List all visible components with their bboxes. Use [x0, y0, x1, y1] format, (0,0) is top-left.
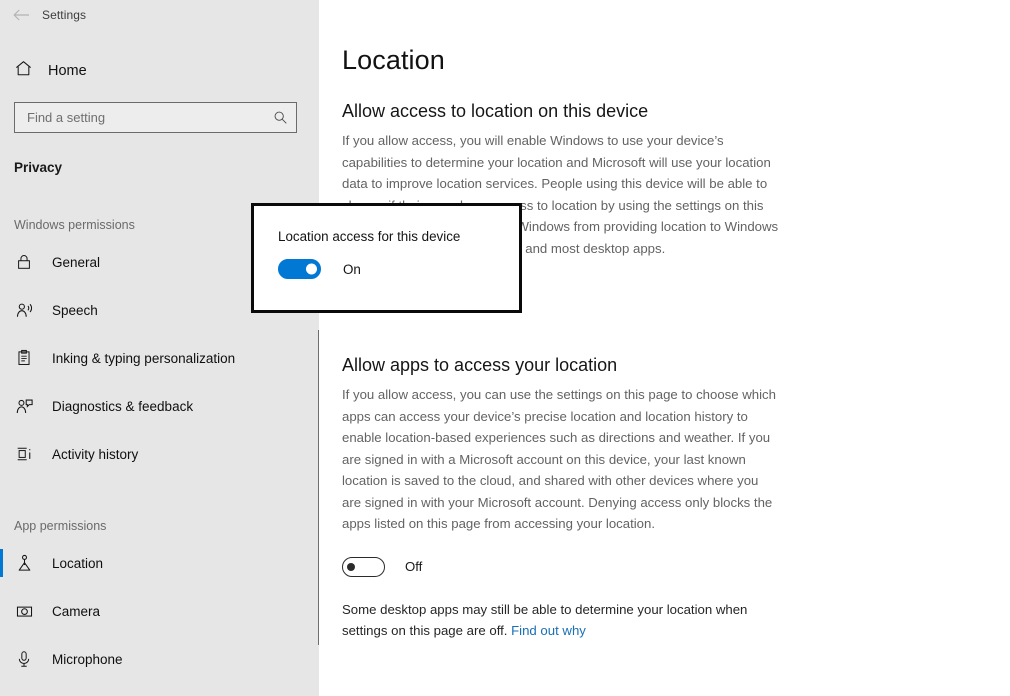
activity-history-icon [14, 444, 34, 464]
toggle-knob [306, 264, 317, 275]
callout-title: Location access for this device [278, 229, 519, 244]
clipboard-icon [14, 348, 34, 368]
camera-icon [14, 601, 34, 621]
toggle-knob [347, 563, 355, 571]
sidebar-item-label-home: Home [48, 63, 87, 79]
device-section-heading: Allow access to location on this device [342, 101, 1010, 122]
sidebar: Settings Home Privacy Windows permiss [0, 0, 319, 696]
sidebar-item-label-general: General [52, 255, 100, 270]
apps-location-toggle[interactable] [342, 557, 385, 577]
apps-location-toggle-state: Off [405, 559, 422, 574]
home-icon [14, 59, 33, 83]
sidebar-group-label-app-permissions: App permissions [0, 519, 319, 533]
title-bar: Settings [0, 0, 319, 30]
sidebar-item-location[interactable]: Location [0, 539, 319, 587]
feedback-person-icon [14, 396, 34, 416]
apps-location-toggle-row: Off [342, 557, 1010, 577]
sidebar-item-home[interactable]: Home [0, 54, 319, 88]
apps-section-body: If you allow access, you can use the set… [342, 384, 780, 535]
sidebar-item-microphone[interactable]: Microphone [0, 635, 319, 683]
sidebar-item-label-microphone: Microphone [52, 652, 123, 667]
search-icon[interactable] [273, 110, 288, 125]
location-access-callout: Location access for this device On [251, 203, 522, 313]
desktop-apps-footnote: Some desktop apps may still be able to d… [342, 599, 782, 642]
device-location-toggle[interactable] [278, 259, 321, 279]
back-arrow-icon[interactable] [0, 9, 42, 21]
sidebar-item-camera[interactable]: Camera [0, 587, 319, 635]
find-out-why-link[interactable]: Find out why [511, 623, 586, 638]
page-title: Location [342, 45, 1010, 76]
sidebar-item-label-activity-history: Activity history [52, 447, 138, 462]
sidebar-item-label-location: Location [52, 556, 103, 571]
sidebar-item-label-diagnostics-feedback: Diagnostics & feedback [52, 399, 193, 414]
sidebar-item-label-speech: Speech [52, 303, 98, 318]
sidebar-item-label-inking-typing-personalization: Inking & typing personalization [52, 351, 235, 366]
apps-section-heading: Allow apps to access your location [342, 355, 1010, 376]
sidebar-item-diagnostics-feedback[interactable]: Diagnostics & feedback [0, 382, 319, 430]
location-pin-icon [14, 553, 34, 573]
main-content: Location Allow access to location on thi… [320, 0, 1010, 696]
speech-person-icon [14, 300, 34, 320]
callout-toggle-row: On [278, 259, 519, 279]
sidebar-section-title: Privacy [0, 160, 319, 175]
sidebar-item-activity-history[interactable]: Activity history [0, 430, 319, 478]
sidebar-item-inking-typing-personalization[interactable]: Inking & typing personalization [0, 334, 319, 382]
search-box[interactable] [14, 102, 297, 133]
device-location-toggle-state: On [343, 262, 361, 277]
settings-window: Settings Home Privacy Windows permiss [0, 0, 1010, 696]
lock-icon [14, 252, 34, 272]
microphone-icon [14, 649, 34, 669]
search-input[interactable] [27, 110, 273, 125]
window-title: Settings [42, 8, 86, 22]
sidebar-item-label-camera: Camera [52, 604, 100, 619]
